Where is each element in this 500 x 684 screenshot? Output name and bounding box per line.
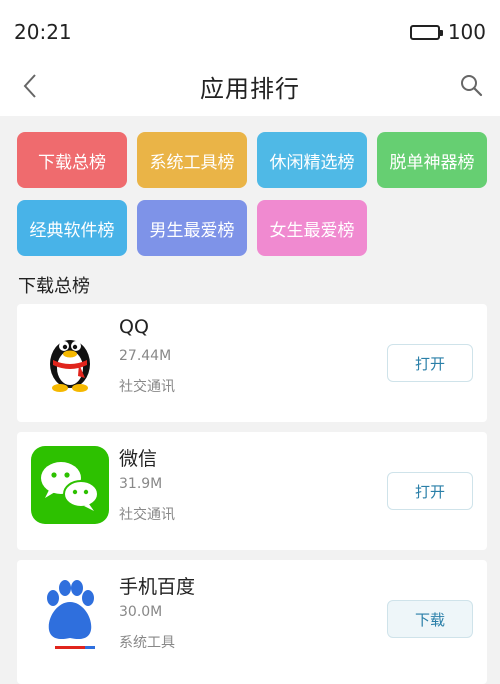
app-category: 社交通讯	[119, 507, 175, 523]
app-category: 社交通讯	[119, 379, 175, 395]
back-button[interactable]	[16, 70, 44, 102]
nav-bar: 应用排行	[0, 56, 500, 116]
app-size: 31.9M	[119, 476, 163, 492]
baidu-paw-icon	[31, 574, 109, 652]
chip-classic-software[interactable]: 经典软件榜	[17, 200, 127, 256]
search-button[interactable]	[456, 70, 486, 100]
app-size: 30.0M	[119, 604, 163, 620]
app-name: 微信	[119, 448, 158, 470]
battery-icon	[409, 24, 443, 40]
status-bar: 20:21 100	[0, 0, 500, 64]
app-list-item[interactable]: 微信 31.9M 社交通讯 打开	[17, 432, 487, 550]
app-name: 手机百度	[119, 576, 196, 598]
chip-casual-picks[interactable]: 休闲精选榜	[257, 132, 367, 188]
status-time: 20:21	[14, 20, 72, 44]
section-title: 下载总榜	[18, 276, 90, 297]
category-chips: 下载总榜 系统工具榜 休闲精选榜 脱单神器榜 经典软件榜 男生最爱榜 女生最爱榜	[0, 116, 500, 266]
open-button[interactable]: 打开	[387, 344, 473, 382]
app-name: QQ	[119, 316, 149, 338]
battery-indicator: 100	[409, 20, 486, 44]
page-title: 应用排行	[200, 74, 300, 103]
app-list-item[interactable]: QQ 27.44M 社交通讯 打开	[17, 304, 487, 422]
app-category: 系统工具	[119, 635, 175, 651]
app-list-item[interactable]: 手机百度 30.0M 系统工具 下载	[17, 560, 487, 684]
chip-download-total[interactable]: 下载总榜	[17, 132, 127, 188]
app-size: 27.44M	[119, 348, 172, 364]
qq-penguin-icon	[31, 318, 109, 396]
chip-dating-apps[interactable]: 脱单神器榜	[377, 132, 487, 188]
chip-girls-favorite[interactable]: 女生最爱榜	[257, 200, 367, 256]
download-button[interactable]: 下载	[387, 600, 473, 638]
search-icon	[461, 75, 483, 97]
battery-level: 100	[447, 20, 486, 44]
open-button[interactable]: 打开	[387, 472, 473, 510]
chip-boys-favorite[interactable]: 男生最爱榜	[137, 200, 247, 256]
wechat-icon	[31, 446, 109, 524]
chip-system-tools[interactable]: 系统工具榜	[137, 132, 247, 188]
chevron-left-icon	[23, 74, 36, 98]
